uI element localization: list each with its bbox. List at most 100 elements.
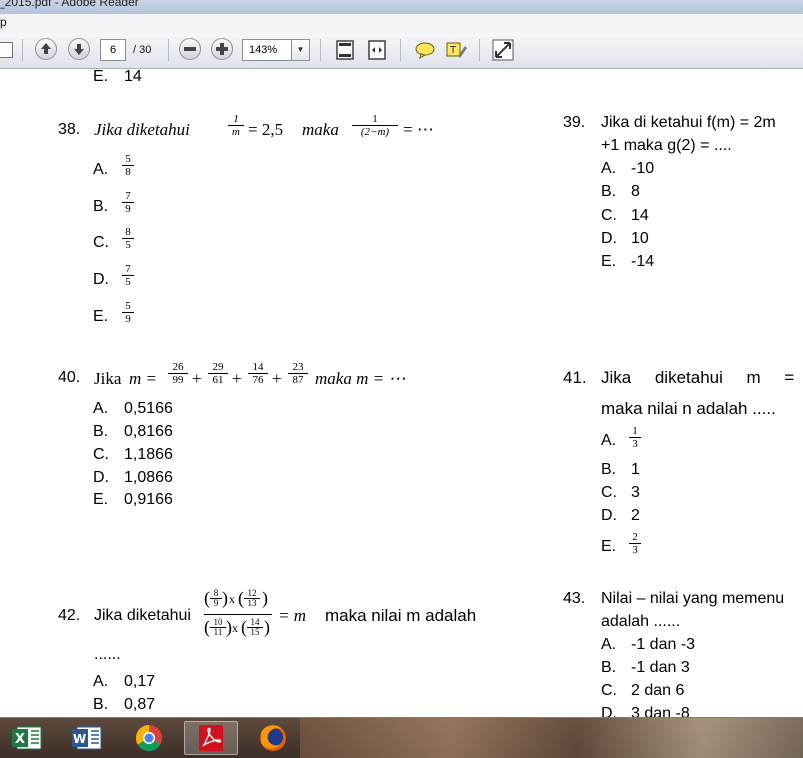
question-text: Jika diketahui bbox=[94, 120, 190, 139]
times-sign: x bbox=[229, 592, 235, 606]
menu-item-help[interactable]: p bbox=[0, 15, 7, 29]
option-label: E. bbox=[601, 253, 617, 270]
option-fraction: 85 bbox=[122, 226, 134, 251]
equation-text: maka bbox=[302, 120, 339, 139]
expand-icon bbox=[492, 39, 514, 61]
equation-text: = ⋯ bbox=[403, 120, 434, 139]
sidebar-toggle-icon[interactable] bbox=[0, 42, 13, 58]
option-label: A. bbox=[601, 636, 617, 653]
previous-page-button[interactable] bbox=[35, 38, 57, 60]
reader-toolbar: 6 / 30 143% ▼ T bbox=[0, 33, 803, 69]
plus-sign: + bbox=[272, 369, 282, 388]
option-label: B. bbox=[93, 696, 109, 713]
equation-text: maka m = ⋯ bbox=[315, 369, 406, 388]
speech-bubble-icon bbox=[415, 42, 435, 60]
fit-page-icon bbox=[336, 40, 354, 60]
option-label: A. bbox=[93, 673, 109, 690]
full-screen-button[interactable] bbox=[491, 38, 515, 62]
arrow-up-icon bbox=[41, 43, 51, 54]
zoom-in-button[interactable] bbox=[211, 38, 233, 60]
question-text: Jika diketahui bbox=[94, 607, 191, 624]
question-text: Nilai – nilai yang memenu bbox=[601, 590, 785, 607]
option-label: B. bbox=[93, 198, 109, 215]
question-text: ...... bbox=[94, 646, 121, 663]
option-label: C. bbox=[93, 446, 109, 463]
equation-text: m = bbox=[129, 369, 157, 388]
option-label: B. bbox=[601, 659, 617, 676]
option-label: A. bbox=[601, 432, 617, 449]
question-text: Jika di ketahui f(m) = 2m bbox=[601, 114, 776, 131]
paren-close: ) bbox=[264, 617, 270, 637]
equation-text: = 2,5 bbox=[248, 120, 284, 139]
option-value: 3 dan -8 bbox=[631, 705, 690, 717]
plus-sign: + bbox=[232, 369, 242, 388]
plus-sign: + bbox=[192, 369, 202, 388]
option-value: 0,87 bbox=[124, 696, 156, 713]
zoom-dropdown-button[interactable]: ▼ bbox=[292, 39, 310, 61]
taskbar-word[interactable]: W bbox=[62, 721, 116, 755]
windows-taskbar: X W bbox=[0, 717, 803, 758]
question-number: 38. bbox=[58, 121, 81, 138]
option-value: 8 bbox=[631, 183, 640, 200]
option-label: D. bbox=[93, 271, 109, 288]
option-value: 1,1866 bbox=[124, 446, 173, 463]
option-fraction: 13 bbox=[629, 425, 641, 450]
taskbar-chrome[interactable] bbox=[122, 721, 176, 755]
option-value: 1 bbox=[631, 461, 640, 478]
taskbar-excel[interactable]: X bbox=[2, 721, 56, 755]
question-text: Jika diketahui m = bbox=[601, 368, 795, 387]
highlight-text-button[interactable]: T bbox=[444, 38, 468, 62]
arrow-down-icon bbox=[74, 44, 84, 55]
option-label: A. bbox=[93, 400, 109, 417]
option-label: B. bbox=[601, 183, 617, 200]
question-text: Jika bbox=[94, 369, 122, 388]
page-total: / 30 bbox=[133, 44, 152, 56]
times-sign: x bbox=[232, 621, 238, 635]
question-text: maka nilai n adalah ..... bbox=[601, 399, 776, 418]
option-value: 0,5166 bbox=[124, 400, 173, 417]
paren-open: ( bbox=[204, 588, 210, 608]
window-title-bar: _2015.pdf - Adobe Reader bbox=[0, 0, 803, 14]
option-label: C. bbox=[601, 682, 617, 699]
comment-button[interactable] bbox=[413, 38, 437, 62]
fraction: 1 (2−m) bbox=[352, 113, 398, 138]
next-page-button[interactable] bbox=[68, 38, 90, 60]
option-fraction: 79 bbox=[122, 190, 134, 215]
window-title: _2015.pdf - Adobe Reader bbox=[0, 0, 139, 9]
word-icon: W bbox=[72, 726, 102, 750]
svg-text:T: T bbox=[449, 45, 457, 56]
question-number: 42. bbox=[58, 607, 81, 624]
menu-bar: p bbox=[0, 14, 803, 34]
minus-icon bbox=[184, 47, 196, 51]
zoom-level-input[interactable]: 143% bbox=[242, 39, 292, 61]
option-label: C. bbox=[601, 207, 617, 224]
fraction: 29 61 bbox=[208, 361, 228, 386]
question-number: 39. bbox=[563, 114, 586, 131]
taskbar-adobe-reader[interactable] bbox=[184, 721, 238, 755]
option-fraction: 75 bbox=[122, 263, 134, 288]
option-label: E. bbox=[93, 308, 109, 325]
fraction: 10 11 bbox=[210, 618, 226, 637]
taskbar-firefox[interactable] bbox=[246, 721, 300, 755]
question-number: 41. bbox=[563, 368, 587, 387]
option-fraction: 23 bbox=[629, 531, 641, 556]
option-value: 0,8166 bbox=[124, 423, 173, 440]
page-number-input[interactable]: 6 bbox=[100, 39, 126, 61]
zoom-out-button[interactable] bbox=[179, 38, 201, 60]
excel-letter: X bbox=[15, 732, 25, 747]
option-value: 1,0866 bbox=[124, 469, 173, 486]
question-number: 43. bbox=[563, 590, 586, 607]
adobe-reader-icon bbox=[199, 725, 223, 751]
option-value: -10 bbox=[631, 160, 655, 177]
pdf-page-view[interactable]: E. 14 38. Jika diketahui 1m = 2,5 maka 1… bbox=[0, 69, 803, 717]
compound-denominator: ( 10 11 ) x ( 14 15 ) bbox=[204, 615, 272, 643]
option-value: -1 dan 3 bbox=[631, 659, 690, 676]
option-label: D. bbox=[601, 507, 617, 524]
option-value: 2 bbox=[631, 507, 640, 524]
option-value: 0,9166 bbox=[124, 491, 173, 508]
fit-width-button[interactable] bbox=[365, 38, 389, 62]
excel-icon: X bbox=[12, 726, 42, 750]
fraction: 14 15 bbox=[247, 618, 263, 637]
fraction: 26 99 bbox=[168, 361, 188, 386]
fit-page-button[interactable] bbox=[333, 38, 357, 62]
